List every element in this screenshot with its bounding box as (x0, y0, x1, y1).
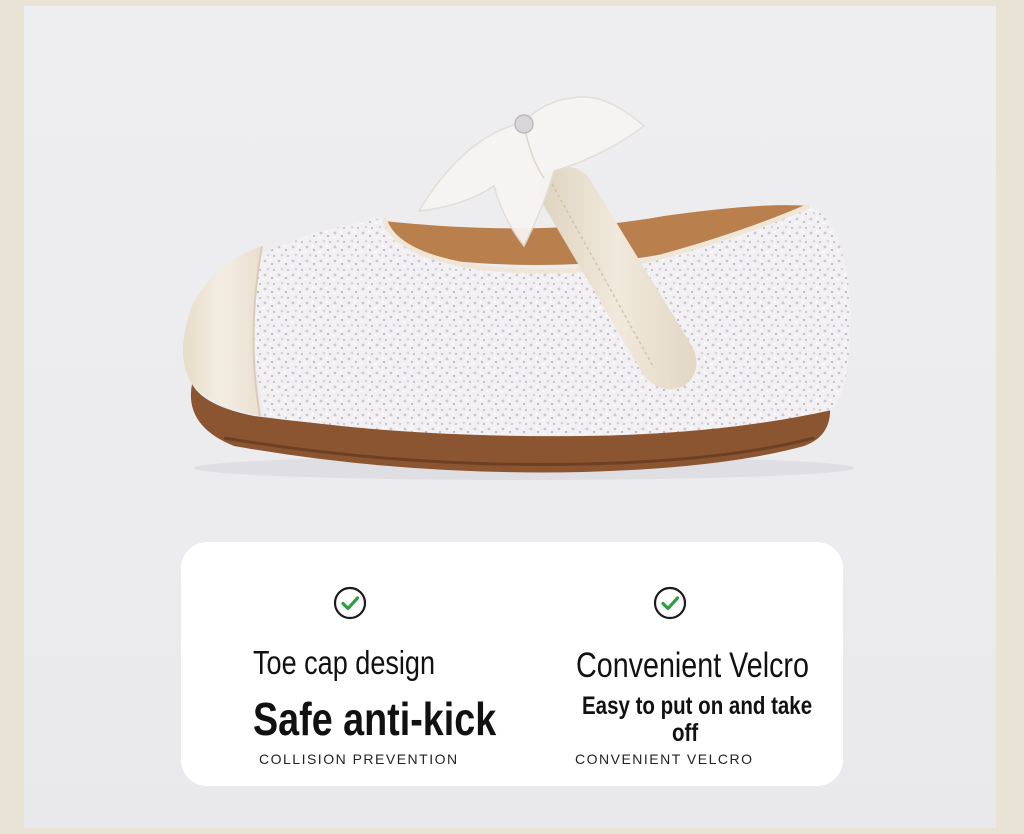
feature-caption: COLLISION PREVENTION (259, 751, 459, 767)
shoe-image (183, 96, 854, 480)
feature-tagline-line2: off (672, 719, 699, 747)
feature-velcro: Convenient Velcro Easy to put on and tak… (512, 542, 843, 786)
check-circle-icon (333, 586, 367, 620)
check-circle-icon (653, 586, 687, 620)
features-card: Toe cap design Safe anti-kick COLLISION … (181, 542, 843, 786)
feature-heading: Convenient Velcro (576, 646, 809, 685)
feature-tagline: Safe anti-kick (253, 693, 497, 745)
feature-toe-cap: Toe cap design Safe anti-kick COLLISION … (181, 542, 512, 786)
product-frame: Toe cap design Safe anti-kick COLLISION … (24, 6, 996, 828)
feature-caption: CONVENIENT VELCRO (575, 751, 754, 767)
feature-tagline-line1: Easy to put on and take (582, 692, 813, 720)
feature-heading: Toe cap design (253, 644, 436, 681)
